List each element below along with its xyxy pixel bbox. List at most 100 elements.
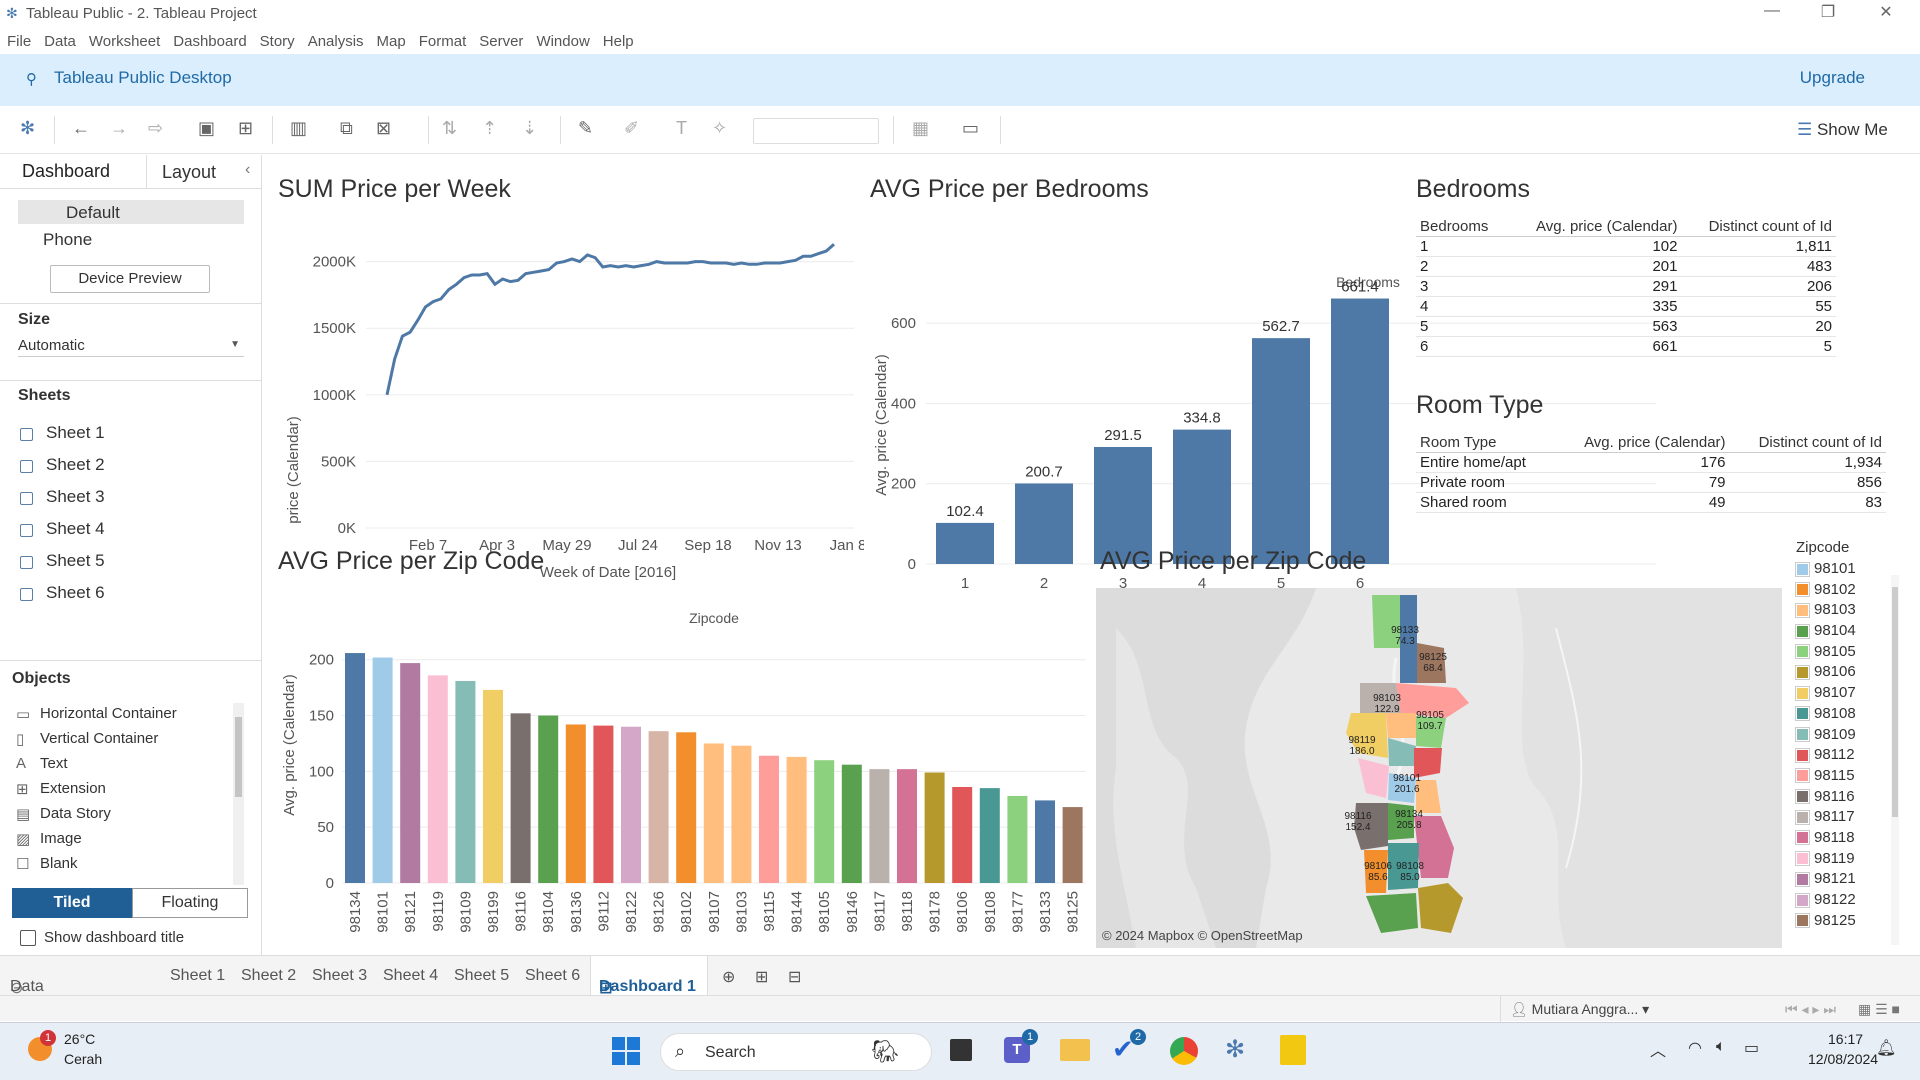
new-worksheet-tab-icon[interactable]: ⊕ bbox=[722, 967, 735, 987]
device-default[interactable]: Default bbox=[18, 200, 244, 224]
label-icon[interactable]: T bbox=[676, 118, 687, 139]
object-horizontal-container[interactable]: ▭ Horizontal Container bbox=[16, 705, 177, 723]
legend-item[interactable]: 98101 bbox=[1795, 560, 1898, 581]
group-icon[interactable]: ✐ bbox=[624, 118, 639, 139]
legend-item[interactable]: 98121 bbox=[1795, 870, 1898, 891]
highlight-icon[interactable]: ✎ bbox=[578, 118, 593, 139]
task-view-icon[interactable] bbox=[950, 1039, 972, 1061]
object-data-story[interactable]: ▤ Data Story bbox=[16, 805, 111, 823]
object-text[interactable]: A Text bbox=[16, 755, 68, 772]
device-preview-button[interactable]: Device Preview bbox=[50, 265, 210, 293]
tab-sheet-3[interactable]: Sheet 3 bbox=[312, 967, 367, 985]
tab-sheet-6[interactable]: Sheet 6 bbox=[525, 967, 580, 985]
show-title-checkbox[interactable] bbox=[20, 930, 36, 946]
tab-dashboard[interactable]: Dashboard bbox=[22, 161, 110, 182]
new-datasource-icon[interactable]: ⊞ bbox=[238, 118, 253, 139]
legend-item[interactable]: 98102 bbox=[1795, 581, 1898, 602]
legend-item[interactable]: 98109 bbox=[1795, 726, 1898, 747]
taskbar-search[interactable]: ⌕ Search 🐘︎ bbox=[660, 1033, 932, 1071]
fix-axes-icon[interactable]: ✧ bbox=[712, 118, 727, 139]
legend-item[interactable]: 98118 bbox=[1795, 829, 1898, 850]
legend-item[interactable]: 98108 bbox=[1795, 705, 1898, 726]
legend-scrollbar[interactable] bbox=[1891, 575, 1899, 945]
tab-sheet-5[interactable]: Sheet 5 bbox=[454, 967, 509, 985]
object-blank[interactable]: ☐ Blank bbox=[16, 855, 78, 873]
sheet-nav-icons[interactable]: ⏮ ◂ ▸ ⏭ bbox=[1785, 1001, 1836, 1018]
save-icon[interactable]: ▣ bbox=[198, 118, 215, 139]
clear-sheet-icon[interactable]: ⊠ bbox=[376, 118, 391, 139]
new-dashboard-tab-icon[interactable]: ⊞ bbox=[755, 967, 768, 987]
legend-item[interactable]: 98104 bbox=[1795, 622, 1898, 643]
tab-sheet-4[interactable]: Sheet 4 bbox=[383, 967, 438, 985]
restore-icon[interactable]: ❐ bbox=[1808, 2, 1848, 22]
menu-server[interactable]: Server bbox=[479, 33, 523, 50]
tableau-taskbar-icon[interactable]: ✻ bbox=[1225, 1035, 1245, 1064]
chevron-up-icon[interactable]: ︿ bbox=[1650, 1037, 1666, 1061]
presentation-icon[interactable]: ▭ bbox=[962, 118, 979, 139]
tab-layout[interactable]: Layout bbox=[162, 162, 216, 183]
legend-item[interactable]: 98103 bbox=[1795, 601, 1898, 622]
legend-item[interactable]: 98106 bbox=[1795, 663, 1898, 684]
minimize-icon[interactable]: — bbox=[1752, 2, 1792, 20]
wifi-icon[interactable]: ◠ bbox=[1688, 1038, 1702, 1058]
device-phone[interactable]: Phone bbox=[43, 230, 92, 250]
legend-item[interactable]: 98116 bbox=[1795, 788, 1898, 809]
upgrade-link[interactable]: Upgrade bbox=[1800, 68, 1865, 88]
legend-item[interactable]: 98122 bbox=[1795, 891, 1898, 912]
swap-icon[interactable]: ⇅ bbox=[442, 118, 457, 139]
menu-data[interactable]: Data bbox=[44, 33, 76, 50]
objects-scrollbar[interactable] bbox=[233, 703, 244, 885]
duplicate-icon[interactable]: ⧉ bbox=[340, 118, 353, 139]
new-worksheet-icon[interactable]: ▥ bbox=[290, 118, 307, 139]
user-menu[interactable]: 👤︎ Mutiara Anggra... ▾ bbox=[1510, 1001, 1649, 1018]
tiled-button[interactable]: Tiled bbox=[12, 888, 132, 918]
clock-date[interactable]: 12/08/2024 bbox=[1808, 1051, 1878, 1067]
menu-window[interactable]: Window bbox=[536, 33, 589, 50]
show-cards-icon[interactable]: ▦ bbox=[912, 118, 929, 139]
notification-bell-icon[interactable]: 🔔︎ bbox=[1876, 1038, 1896, 1058]
legend-item[interactable]: 98115 bbox=[1795, 767, 1898, 788]
clock-time[interactable]: 16:17 bbox=[1828, 1031, 1863, 1047]
size-dropdown[interactable]: Automatic ▼ bbox=[18, 335, 244, 357]
legend-item[interactable]: 98112 bbox=[1795, 746, 1898, 767]
legend-item[interactable]: 98119 bbox=[1795, 850, 1898, 871]
menu-help[interactable]: Help bbox=[603, 33, 634, 50]
menu-file[interactable]: File bbox=[7, 33, 31, 50]
menu-map[interactable]: Map bbox=[377, 33, 406, 50]
sort-asc-icon[interactable]: ⇡ bbox=[482, 118, 497, 139]
zip-bar-chart[interactable]: Zipcode Avg. price (Calendar) 0 50 100 150 2… bbox=[264, 585, 1094, 955]
zip-map[interactable]: 98133 74.3 98125 68.4 98103 122.9 98105 109.7 98… bbox=[1096, 588, 1782, 948]
menu-analysis[interactable]: Analysis bbox=[308, 33, 364, 50]
windows-start-icon[interactable] bbox=[612, 1037, 640, 1065]
object-image[interactable]: ▨ Image bbox=[16, 830, 82, 848]
powerbi-icon[interactable] bbox=[1280, 1035, 1306, 1065]
replace-data-icon[interactable]: ⇨ bbox=[148, 118, 163, 139]
tableau-home-icon[interactable]: ✻ bbox=[20, 118, 35, 139]
new-story-tab-icon[interactable]: ⊟ bbox=[788, 967, 801, 987]
tab-sheet-2[interactable]: Sheet 2 bbox=[241, 967, 296, 985]
menu-story[interactable]: Story bbox=[260, 33, 295, 50]
menu-dashboard[interactable]: Dashboard bbox=[173, 33, 246, 50]
sort-desc-icon[interactable]: ⇣ bbox=[522, 118, 537, 139]
legend-item[interactable]: 98125 bbox=[1795, 912, 1898, 933]
legend-item[interactable]: 98107 bbox=[1795, 684, 1898, 705]
volume-icon[interactable]: 🔈︎ bbox=[1716, 1038, 1726, 1056]
object-extension[interactable]: ⊞ Extension bbox=[16, 780, 106, 798]
file-explorer-icon[interactable] bbox=[1060, 1039, 1090, 1061]
view-toggle-icons[interactable]: ▦ ☰ ■ bbox=[1858, 1001, 1900, 1018]
collapse-icon[interactable]: ‹ bbox=[245, 161, 250, 179]
legend-item[interactable]: 98105 bbox=[1795, 643, 1898, 664]
close-icon[interactable]: ✕ bbox=[1866, 2, 1906, 22]
tab-sheet-1[interactable]: Sheet 1 bbox=[170, 967, 225, 985]
menu-format[interactable]: Format bbox=[419, 33, 467, 50]
tab-dashboard-1[interactable]: ⊞ Dashboard 1 bbox=[590, 956, 708, 997]
chrome-icon[interactable] bbox=[1170, 1037, 1198, 1065]
show-me-button[interactable]: ☰ Show Me bbox=[1797, 120, 1888, 140]
menu-worksheet[interactable]: Worksheet bbox=[89, 33, 160, 50]
redo-icon[interactable]: → bbox=[110, 118, 128, 139]
legend-item[interactable]: 98117 bbox=[1795, 808, 1898, 829]
object-vertical-container[interactable]: ▯ Vertical Container bbox=[16, 730, 158, 748]
floating-button[interactable]: Floating bbox=[132, 888, 248, 918]
fit-dropdown[interactable] bbox=[753, 118, 879, 144]
battery-icon[interactable]: ▭ bbox=[1744, 1038, 1759, 1058]
